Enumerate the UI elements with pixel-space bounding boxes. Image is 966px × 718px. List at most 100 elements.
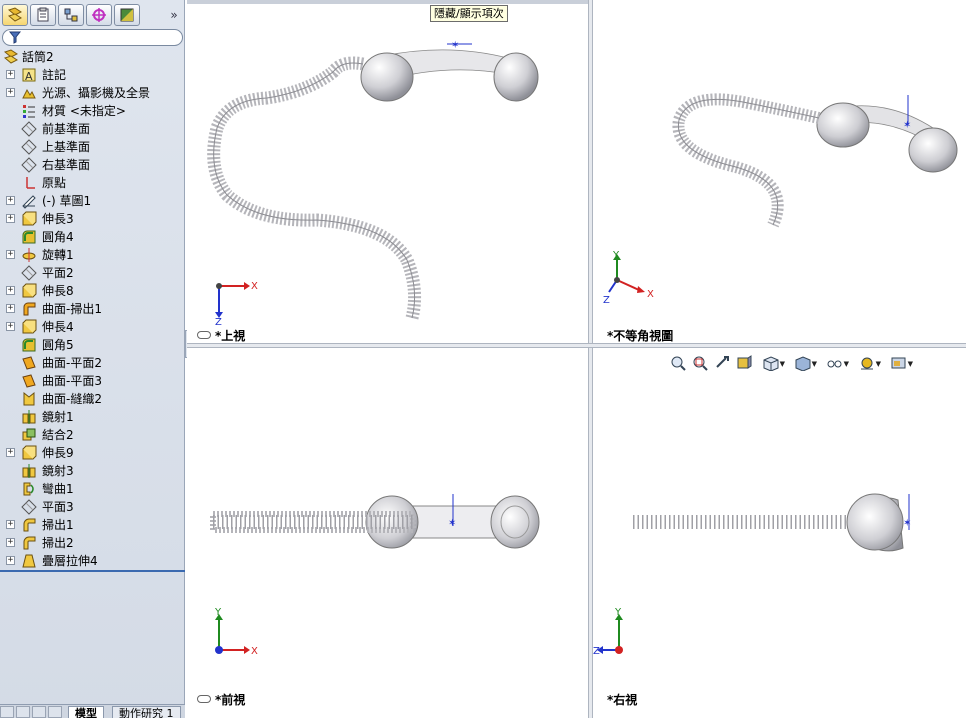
expand-plus-icon[interactable]: + <box>6 214 15 223</box>
dimxpert-tab[interactable] <box>86 4 112 26</box>
expand-plus-icon[interactable]: + <box>6 70 15 79</box>
expand-plus-icon[interactable]: + <box>6 520 15 529</box>
expand-plus-icon[interactable]: + <box>6 88 15 97</box>
tree-item[interactable]: + 伸長3 <box>0 210 185 228</box>
expand-plus-icon[interactable]: + <box>6 196 15 205</box>
axis-y-label: Y <box>612 250 620 261</box>
viewport-isometric[interactable]: ✶ Y Z X *不等角視圖 <box>593 0 966 343</box>
rollback-bar[interactable] <box>0 570 185 572</box>
tree-item[interactable]: + 伸長9 <box>0 444 185 462</box>
tree-item[interactable]: 材質 <未指定> <box>0 102 185 120</box>
tree-item-label: 伸長9 <box>42 446 74 460</box>
tree-item[interactable]: + A 註記 <box>0 66 185 84</box>
tree-item[interactable]: 右基準面 <box>0 156 185 174</box>
expand-plus-icon[interactable]: + <box>6 304 15 313</box>
feature-manager-tab[interactable] <box>2 4 28 26</box>
axis-triad-front: Y X <box>214 607 258 657</box>
phone-model-right: ✶ <box>633 493 911 552</box>
loft-icon <box>22 554 36 568</box>
configuration-manager-tab[interactable] <box>58 4 84 26</box>
tree-item[interactable]: 圓角4 <box>0 228 185 246</box>
display-manager-tab[interactable] <box>114 4 140 26</box>
viewport-top[interactable]: ✶ X Z *上視 <box>187 0 588 343</box>
sketch-icon <box>22 195 36 209</box>
tree-item[interactable]: 曲面-平面3 <box>0 372 185 390</box>
display-style-icon[interactable]: ▼ <box>787 353 819 373</box>
mirror-icon <box>22 410 36 424</box>
tree-item-label: 旋轉1 <box>42 248 74 262</box>
tree-item[interactable]: + 旋轉1 <box>0 246 185 264</box>
tree-item[interactable]: 曲面-縫織2 <box>0 390 185 408</box>
expand-plus-icon[interactable]: + <box>6 322 15 331</box>
expand-plus-icon[interactable]: + <box>6 250 15 259</box>
tree-item[interactable]: 曲面-平面2 <box>0 354 185 372</box>
dimxpert-icon <box>92 8 106 22</box>
feature-tree-icon <box>7 7 22 22</box>
sweep-icon <box>23 518 36 532</box>
expand-plus-icon[interactable]: + <box>6 286 15 295</box>
tree-item-label: 圓角5 <box>42 338 74 352</box>
axis-x-label: X <box>251 646 258 657</box>
tree-item[interactable]: 平面3 <box>0 498 185 516</box>
tree-item-label: 掃出1 <box>42 518 74 532</box>
viewport-front[interactable]: ✶ Y X *前視 <box>187 348 588 718</box>
tab-model[interactable]: 模型 <box>68 706 104 718</box>
section-view-icon[interactable] <box>733 353 755 373</box>
material-icon <box>23 105 35 118</box>
sweep-icon <box>23 536 36 550</box>
zoom-to-fit-icon[interactable] <box>667 353 689 373</box>
svg-text:A: A <box>25 70 33 83</box>
plane-icon <box>21 265 37 281</box>
edit-appearance-icon[interactable]: ▼ <box>851 353 883 373</box>
extrude-icon <box>22 283 37 298</box>
expand-plus-icon[interactable]: + <box>6 448 15 457</box>
hide-show-items-icon[interactable]: ▼ <box>819 353 851 373</box>
tree-item[interactable]: 結合2 <box>0 426 185 444</box>
tree-root-part[interactable]: 話筒2 <box>0 48 185 66</box>
link-views-icon[interactable] <box>197 331 211 339</box>
tree-item[interactable]: + (-) 草圖1 <box>0 192 185 210</box>
expand-plus-icon[interactable]: + <box>6 538 15 547</box>
zoom-to-area-icon[interactable] <box>689 353 711 373</box>
tree-item[interactable]: 鏡射3 <box>0 462 185 480</box>
tree-item[interactable]: 前基準面 <box>0 120 185 138</box>
tree-item-label: 話筒2 <box>22 50 54 64</box>
tree-item[interactable]: + 掃出2 <box>0 534 185 552</box>
axis-x-label: X <box>251 281 258 292</box>
axis-triad-right: Y Z <box>593 607 623 657</box>
apply-scene-icon[interactable]: ▼ <box>883 353 915 373</box>
tree-item-label: 伸長4 <box>42 320 74 334</box>
expand-plus-icon[interactable]: + <box>6 556 15 565</box>
tree-item[interactable]: + 疊層拉伸4 <box>0 552 185 570</box>
tree-item[interactable]: + 曲面-掃出1 <box>0 300 185 318</box>
tab-motion-study[interactable]: 動作研究 1 <box>112 706 181 718</box>
tree-item-label: 曲面-平面2 <box>42 356 102 370</box>
property-manager-tab[interactable] <box>30 4 56 26</box>
tree-item[interactable]: + 伸長8 <box>0 282 185 300</box>
flex-icon <box>23 482 34 496</box>
tree-item[interactable]: 平面2 <box>0 264 185 282</box>
chevron-right-double-icon[interactable]: » <box>165 8 183 22</box>
previous-view-icon[interactable] <box>711 353 733 373</box>
tree-item[interactable]: 上基準面 <box>0 138 185 156</box>
tree-item[interactable]: 鏡射1 <box>0 408 185 426</box>
tree-item[interactable]: 彎曲1 <box>0 480 185 498</box>
tree-item[interactable]: 圓角5 <box>0 336 185 354</box>
tree-item-label: 材質 <未指定> <box>42 104 126 118</box>
tree-item-label: 圓角4 <box>42 230 74 244</box>
tab-scroll-buttons[interactable] <box>0 706 66 718</box>
tree-item-label: 右基準面 <box>42 158 91 172</box>
view-label-top: *上視 <box>197 327 245 343</box>
svg-text:✶: ✶ <box>903 120 911 131</box>
surface-planar-icon <box>22 374 36 388</box>
bottom-tab-bar: 模型 動作研究 1 <box>0 704 185 718</box>
link-views-icon[interactable] <box>197 695 211 703</box>
tree-filter-input[interactable] <box>2 29 183 46</box>
tree-item[interactable]: 原點 <box>0 174 185 192</box>
tree-item-label: 結合2 <box>42 428 74 442</box>
tree-item[interactable]: + 伸長4 <box>0 318 185 336</box>
view-orientation-icon[interactable]: ▼ <box>755 353 787 373</box>
viewport-right[interactable]: ✶ Y Z *右視 <box>593 348 966 718</box>
tree-item[interactable]: + 掃出1 <box>0 516 185 534</box>
tree-item[interactable]: + 光源、攝影機及全景 <box>0 84 185 102</box>
